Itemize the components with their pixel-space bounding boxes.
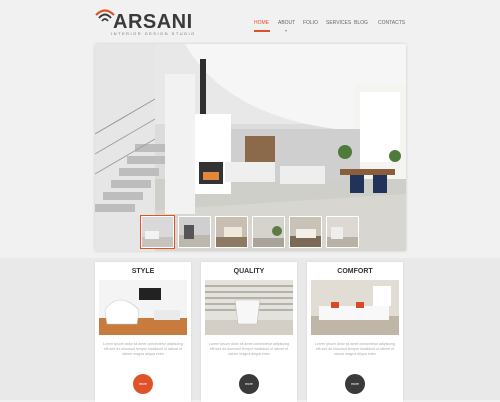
feature-text: Lorem ipsum dolor sit amet consectetur a… bbox=[315, 342, 395, 356]
feature-title: COMFORT bbox=[337, 268, 373, 275]
site-header: ARSANI INTERIOR DESIGN STUDIO HOME ABOUT… bbox=[0, 0, 500, 42]
thumbnail[interactable] bbox=[178, 216, 211, 248]
nav-services[interactable]: SERVICES bbox=[326, 20, 351, 26]
chevron-down-icon: ▾ bbox=[285, 28, 288, 33]
thumbnail-strip bbox=[140, 215, 361, 250]
thumbnail[interactable] bbox=[289, 216, 322, 248]
thumbnail[interactable] bbox=[140, 215, 175, 249]
thumbnail[interactable] bbox=[326, 216, 359, 248]
feature-text: Lorem ipsum dolor sit amet consectetur a… bbox=[103, 342, 183, 356]
feature-card-style: STYLE Lorem ipsum dolor sit amet consect… bbox=[95, 262, 191, 402]
feature-image bbox=[205, 280, 293, 335]
feature-title: QUALITY bbox=[233, 268, 265, 275]
more-button[interactable]: more bbox=[345, 374, 365, 394]
nav-contacts[interactable]: CONTACTS bbox=[378, 20, 405, 26]
nav-active-indicator bbox=[254, 30, 270, 32]
logo[interactable]: ARSANI INTERIOR DESIGN STUDIO bbox=[94, 6, 204, 38]
feature-title: STYLE bbox=[131, 268, 155, 275]
feature-image bbox=[99, 280, 187, 335]
thumbnail[interactable] bbox=[252, 216, 285, 248]
feature-image bbox=[311, 280, 399, 335]
logo-tagline: INTERIOR DESIGN STUDIO bbox=[111, 31, 196, 36]
nav-blog[interactable]: BLOG bbox=[354, 20, 368, 26]
feature-text: Lorem ipsum dolor sit amet consectetur a… bbox=[209, 342, 289, 356]
more-button[interactable]: more bbox=[133, 374, 153, 394]
nav-folio[interactable]: FOLIO bbox=[303, 20, 318, 26]
nav-about[interactable]: ABOUT bbox=[278, 20, 295, 26]
feature-card-quality: QUALITY Lorem ipsum dolor sit amet conse… bbox=[201, 262, 297, 402]
feature-card-comfort: COMFORT Lorem ipsum dolor sit amet conse… bbox=[307, 262, 403, 402]
thumbnail[interactable] bbox=[215, 216, 248, 248]
nav-home[interactable]: HOME bbox=[254, 20, 269, 26]
more-button[interactable]: more bbox=[239, 374, 259, 394]
